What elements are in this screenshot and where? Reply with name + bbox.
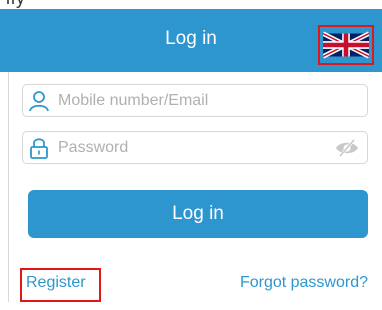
language-switch-button[interactable] [318, 25, 374, 65]
header-bar: Log in [0, 9, 382, 72]
password-input[interactable] [58, 136, 328, 160]
register-link[interactable]: Register [26, 274, 86, 292]
clipped-text: ily [6, 0, 26, 9]
forgot-password-link[interactable]: Forgot password? [240, 274, 368, 292]
user-icon [29, 91, 49, 112]
login-button[interactable]: Log in [28, 190, 368, 238]
account-input[interactable] [58, 89, 328, 113]
eye-hidden-icon[interactable] [335, 138, 359, 158]
password-field[interactable] [22, 131, 368, 164]
uk-flag-icon [323, 31, 369, 59]
lock-icon [30, 138, 48, 159]
top-clipped-text: ily [0, 0, 382, 9]
account-field[interactable] [22, 84, 368, 117]
login-screen: ily Log in [0, 0, 382, 310]
left-divider [8, 72, 9, 302]
